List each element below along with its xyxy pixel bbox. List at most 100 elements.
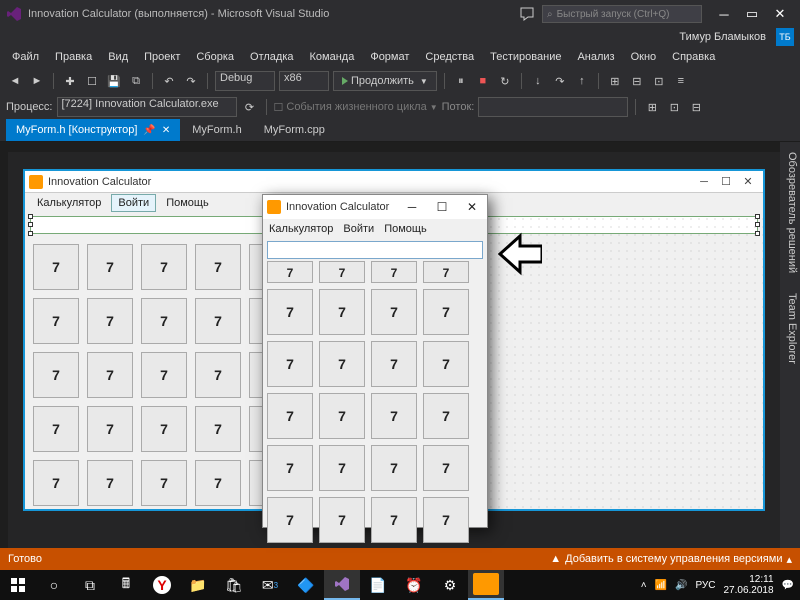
config-combo[interactable]: Debug (215, 71, 275, 91)
df-button[interactable]: 7 (87, 460, 133, 506)
rw-button[interactable]: 7 (267, 289, 313, 335)
rw-button[interactable]: 7 (423, 289, 469, 335)
restart-icon[interactable]: ↻ (496, 72, 514, 90)
taskbar-explorer-icon[interactable]: 📁 (180, 570, 216, 600)
quick-launch-input[interactable]: ⌕ Быстрый запуск (Ctrl+Q) (542, 5, 702, 23)
step-into-icon[interactable]: ↓ (529, 72, 547, 90)
undo-icon[interactable]: ↶ (160, 72, 178, 90)
tool-icon-3[interactable]: ⊡ (650, 72, 668, 90)
tray-lang[interactable]: РУС (695, 580, 715, 591)
rw-close-button[interactable]: ✕ (457, 195, 487, 219)
tab-myform-cpp[interactable]: MyForm.cpp (254, 119, 335, 141)
rw-button[interactable]: 7 (319, 261, 365, 283)
redo-icon[interactable]: ↷ (182, 72, 200, 90)
platform-combo[interactable]: x86 (279, 71, 329, 91)
taskview-icon[interactable]: ⧉ (72, 570, 108, 600)
nav-fwd-icon[interactable]: ► (28, 72, 46, 90)
df-button[interactable]: 7 (195, 406, 241, 452)
rw-display-textbox[interactable] (267, 241, 483, 259)
taskbar-settings-icon[interactable]: ⚙ (432, 570, 468, 600)
continue-button[interactable]: Продолжить▼ (333, 71, 437, 91)
taskbar-app-icon[interactable]: 🔷 (288, 570, 324, 600)
lifecycle-combo[interactable]: ☐ События жизненного цикла ▼ (274, 101, 438, 114)
taskbar-visualstudio-icon[interactable] (324, 570, 360, 600)
taskbar-notepad-icon[interactable]: 📄 (360, 570, 396, 600)
saveall-icon[interactable]: ⧉ (127, 72, 145, 90)
df-button[interactable]: 7 (195, 352, 241, 398)
rw-button[interactable]: 7 (371, 445, 417, 491)
user-name[interactable]: Тимур Бламыков (673, 31, 772, 43)
rw-minimize-button[interactable]: ─ (397, 195, 427, 219)
rw-maximize-button[interactable]: ☐ (427, 195, 457, 219)
rw-button[interactable]: 7 (267, 341, 313, 387)
tray-clock[interactable]: 12:11 27.06.2018 (723, 574, 773, 596)
tool-icon-4[interactable]: ≡ (672, 72, 690, 90)
menu-справка[interactable]: Справка (666, 49, 721, 65)
rw-button[interactable]: 7 (319, 289, 365, 335)
tray-notifications-icon[interactable]: 💬 (782, 580, 794, 591)
df-button[interactable]: 7 (141, 460, 187, 506)
taskbar-running-app-icon[interactable] (468, 570, 504, 600)
menu-проект[interactable]: Проект (138, 49, 186, 65)
df-button[interactable]: 7 (87, 352, 133, 398)
df-menu-войти[interactable]: Войти (111, 194, 156, 212)
menu-средства[interactable]: Средства (419, 49, 480, 65)
menu-правка[interactable]: Правка (49, 49, 98, 65)
frame-icon-3[interactable]: ⊟ (687, 98, 705, 116)
menu-команда[interactable]: Команда (304, 49, 361, 65)
df-button[interactable]: 7 (33, 460, 79, 506)
running-window[interactable]: Innovation Calculator ─ ☐ ✕ КалькуляторВ… (262, 194, 488, 528)
df-button[interactable]: 7 (195, 244, 241, 290)
menu-отладка[interactable]: Отладка (244, 49, 299, 65)
rw-button[interactable]: 7 (371, 341, 417, 387)
pause-icon[interactable]: ⏸ (452, 72, 470, 90)
df-button[interactable]: 7 (33, 244, 79, 290)
rw-button[interactable]: 7 (267, 497, 313, 543)
rw-button[interactable]: 7 (319, 341, 365, 387)
process-combo[interactable]: [7224] Innovation Calculator.exe (57, 97, 237, 117)
notify-icon[interactable] (520, 7, 534, 21)
df-button[interactable]: 7 (141, 352, 187, 398)
open-icon[interactable]: ☐ (83, 72, 101, 90)
rw-button[interactable]: 7 (371, 261, 417, 283)
step-over-icon[interactable]: ↷ (551, 72, 569, 90)
menu-окно[interactable]: Окно (625, 49, 663, 65)
rw-button[interactable]: 7 (371, 289, 417, 335)
step-out-icon[interactable]: ↑ (573, 72, 591, 90)
rw-button[interactable]: 7 (423, 341, 469, 387)
rw-button[interactable]: 7 (267, 445, 313, 491)
search-icon[interactable]: ○ (36, 570, 72, 600)
vcs-add-link[interactable]: ▲ Добавить в систему управления версиями… (550, 553, 792, 566)
stop-icon[interactable]: ■ (474, 72, 492, 90)
menu-файл[interactable]: Файл (6, 49, 45, 65)
rw-button[interactable]: 7 (319, 393, 365, 439)
new-icon[interactable]: ✚ (61, 72, 79, 90)
frame-icon-2[interactable]: ⊡ (665, 98, 683, 116)
rw-button[interactable]: 7 (319, 445, 365, 491)
attach-icon[interactable]: ⟳ (241, 98, 259, 116)
start-button[interactable] (0, 570, 36, 600)
tray-network-icon[interactable]: 📶 (655, 580, 667, 591)
taskbar-store-icon[interactable]: 🛍 (216, 570, 252, 600)
nav-back-icon[interactable]: ◄ (6, 72, 24, 90)
menu-формат[interactable]: Формат (364, 49, 415, 65)
user-badge[interactable]: ТБ (776, 28, 794, 46)
df-menu-помощь[interactable]: Помощь (160, 195, 215, 211)
df-button[interactable]: 7 (141, 298, 187, 344)
tab-myform-h-[interactable]: MyForm.h [Конструктор]📌✕ (6, 119, 180, 141)
system-tray[interactable]: ˄ 📶 🔊 РУС 12:11 27.06.2018 💬 (641, 574, 800, 596)
df-menu-калькулятор[interactable]: Калькулятор (31, 195, 107, 211)
menu-анализ[interactable]: Анализ (571, 49, 620, 65)
tool-icon-2[interactable]: ⊟ (628, 72, 646, 90)
df-button[interactable]: 7 (87, 406, 133, 452)
df-button[interactable]: 7 (87, 298, 133, 344)
frame-icon[interactable]: ⊞ (643, 98, 661, 116)
rw-button[interactable]: 7 (371, 497, 417, 543)
menu-тестирование[interactable]: Тестирование (484, 49, 567, 65)
rw-titlebar[interactable]: Innovation Calculator ─ ☐ ✕ (263, 195, 487, 219)
tool-icon-1[interactable]: ⊞ (606, 72, 624, 90)
rw-button[interactable]: 7 (371, 393, 417, 439)
taskbar-alarm-icon[interactable]: ⏰ (396, 570, 432, 600)
minimize-button[interactable]: ─ (710, 7, 738, 22)
save-icon[interactable]: 💾 (105, 72, 123, 90)
